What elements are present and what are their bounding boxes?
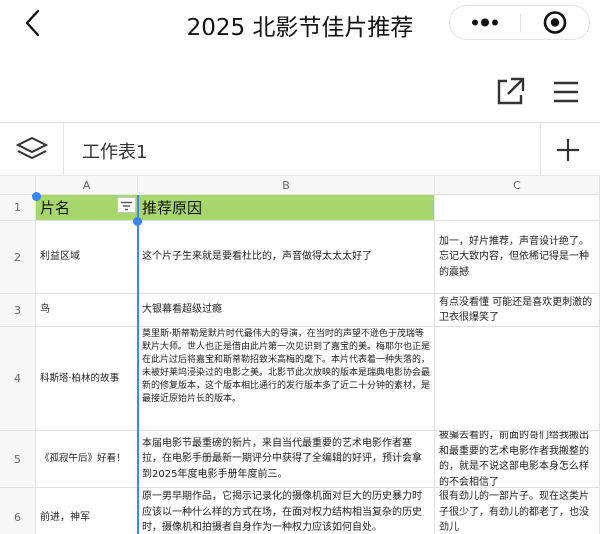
chevron-left-icon: [25, 9, 40, 37]
column-header-b[interactable]: B: [138, 176, 435, 195]
menu-button[interactable]: [548, 74, 584, 110]
tab-divider: [63, 123, 64, 176]
selection-handle-top[interactable]: [32, 192, 41, 201]
cell-a2[interactable]: 利益区域: [36, 221, 138, 294]
cell-b3[interactable]: 大银幕看超级过瘾: [138, 294, 435, 327]
close-button[interactable]: [521, 6, 589, 39]
add-sheet-button[interactable]: [552, 135, 584, 165]
document-toolbar: [0, 60, 600, 120]
mini-program-capsule: [449, 5, 590, 40]
sheet-tab-bar: 工作表1: [0, 122, 600, 176]
cell-b5[interactable]: 本届电影节最重磅的新片，来自当代最重要的艺术电影作者塞拉，在电影手册最新一期评分…: [138, 431, 435, 488]
cell-b1[interactable]: 推荐原因: [138, 195, 435, 221]
column-header-a[interactable]: A: [36, 176, 138, 195]
cell-c1[interactable]: [435, 195, 600, 221]
row-header[interactable]: 4: [0, 327, 36, 431]
top-bar: 2025 北影节佳片推荐: [0, 0, 600, 46]
page-title: 2025 北影节佳片推荐: [186, 15, 414, 41]
cell-c6[interactable]: 很有劲儿的一部片子。现在这类片子很少了，有劲儿的都老了，也没劲儿: [435, 488, 600, 534]
target-close-icon: [543, 11, 567, 34]
tab-sheet1[interactable]: 工作表1: [82, 138, 147, 164]
row-header[interactable]: 6: [0, 488, 36, 534]
cell-a6[interactable]: 前进，神军: [36, 488, 138, 534]
plus-icon: [557, 139, 579, 161]
share-external-icon: [497, 77, 525, 105]
filter-button[interactable]: [117, 197, 136, 213]
layers-icon: [15, 136, 49, 160]
row-header[interactable]: 3: [0, 294, 36, 327]
more-dots-icon: [472, 18, 498, 27]
selection-handle-bottom[interactable]: [133, 217, 142, 226]
cell-b6[interactable]: 原一男早期作品，它揭示记录化的摄像机面对巨大的历史暴力时应该以一种什么样的方式在…: [138, 488, 435, 534]
cell-c4[interactable]: [435, 327, 600, 431]
row-header[interactable]: 2: [0, 221, 36, 294]
back-button[interactable]: [20, 8, 46, 38]
sheets-list-button[interactable]: [14, 134, 50, 166]
column-selection-border[interactable]: [137, 195, 139, 534]
row-header[interactable]: 5: [0, 431, 36, 488]
cell-c3[interactable]: 有点没看懂 可能还是喜欢更刺激的卫衣很爆笑了: [435, 294, 600, 327]
spreadsheet-grid: A B C 1 片名 推荐原因 2 利益区域 这个片子生来就是要看杜比的，声音做…: [0, 176, 600, 534]
hamburger-menu-icon: [554, 81, 578, 103]
select-all-corner[interactable]: [0, 176, 36, 195]
cell-c5[interactable]: 被骗去看的，前面的哥们给我搬出和最重要的艺术电影作者我搬整的的，就是不说这部电影…: [435, 431, 600, 488]
tab-divider: [540, 123, 541, 176]
filter-icon: [121, 201, 132, 211]
cell-c2[interactable]: 加一，好片推荐，声音设计绝了。忘记大致内容，但依稀记得是一种的震撼: [435, 221, 600, 294]
cell-a4[interactable]: 科斯塔·柏林的故事: [36, 327, 138, 431]
more-button[interactable]: [450, 6, 520, 39]
share-button[interactable]: [492, 74, 528, 110]
cell-a5[interactable]: 《孤寂午后》好看！: [36, 431, 138, 488]
cell-b2[interactable]: 这个片子生来就是要看杜比的，声音做得太太太好了: [138, 221, 435, 294]
column-header-c[interactable]: C: [435, 176, 600, 195]
cell-b4[interactable]: 莫里斯·斯蒂勒是默片时代最伟大的导演，在当时的声望不逊色于茂瑞等默片大师。世人也…: [138, 327, 435, 431]
cell-a3[interactable]: 鸟: [36, 294, 138, 327]
row-header[interactable]: 1: [0, 195, 36, 221]
